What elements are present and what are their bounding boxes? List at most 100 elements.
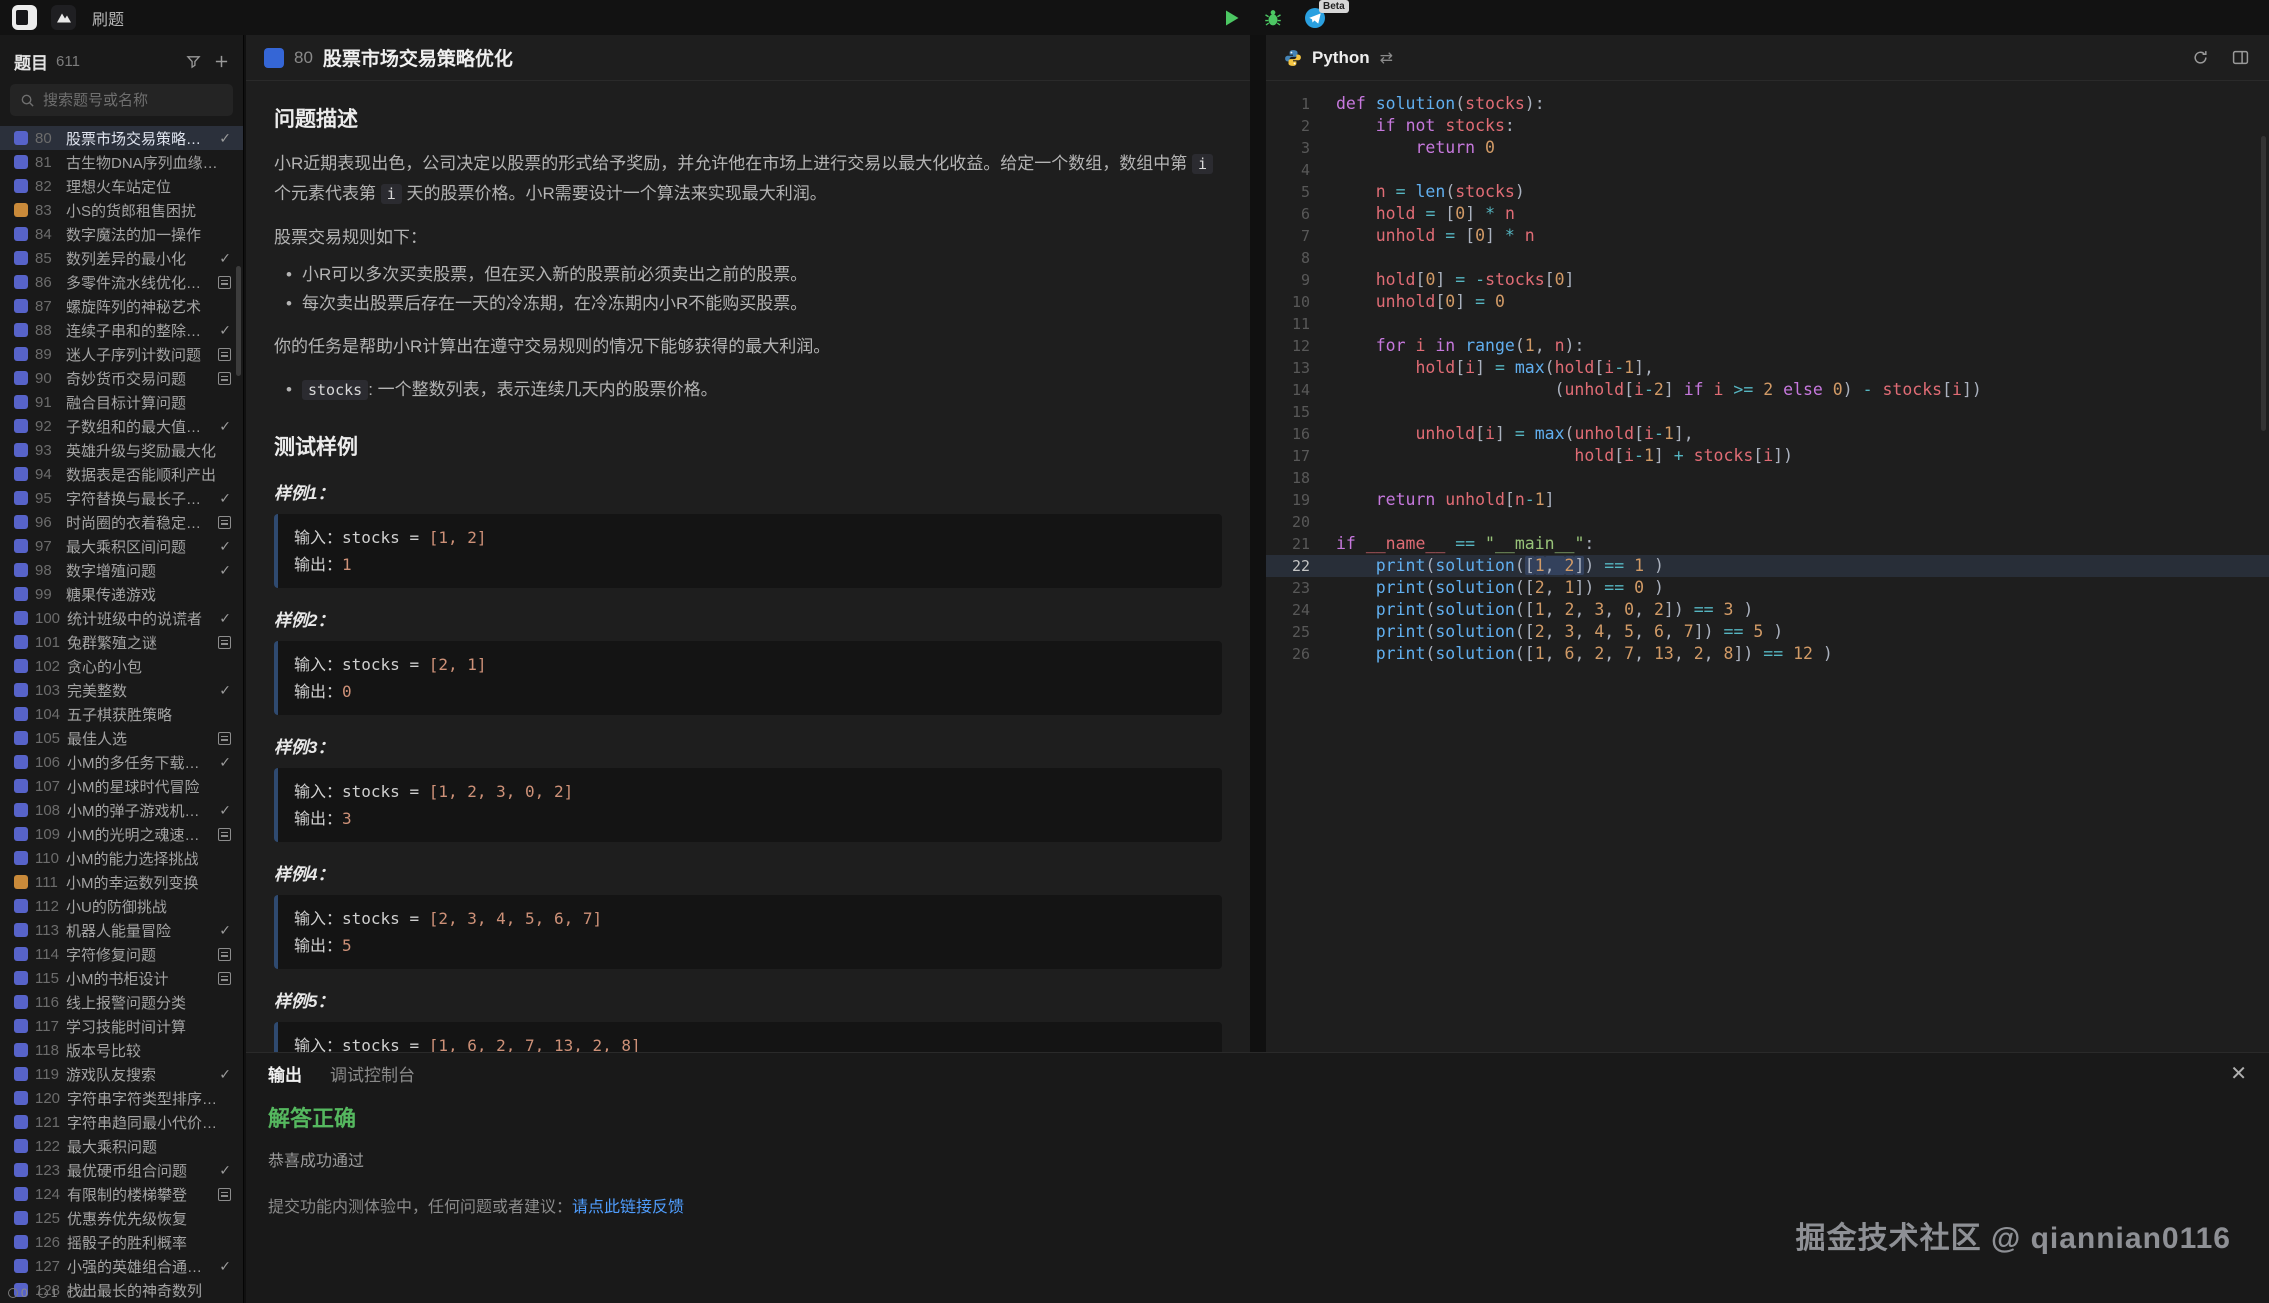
search-box[interactable] (10, 84, 233, 116)
list-item[interactable]: 119游戏队友搜索✓ (0, 1062, 243, 1086)
problem-item-number: 87 (35, 298, 59, 315)
layout-split-button[interactable] (2229, 47, 2251, 69)
list-item[interactable]: 81古生物DNA序列血缘分析 (0, 150, 243, 174)
list-item[interactable]: 115小M的书柜设计 (0, 966, 243, 990)
list-item[interactable]: 104五子棋获胜策略 (0, 702, 243, 726)
list-item[interactable]: 123最优硬币组合问题✓ (0, 1158, 243, 1182)
list-item[interactable]: 105最佳人选 (0, 726, 243, 750)
editor-scrollbar[interactable] (2261, 136, 2266, 431)
sidebar-scrollbar[interactable] (236, 266, 241, 376)
run-button[interactable] (1218, 5, 1244, 31)
code-line[interactable]: 1def solution(stocks): (1266, 93, 2269, 115)
code-line[interactable]: 5 n = len(stocks) (1266, 181, 2269, 203)
list-item[interactable]: 114字符修复问题 (0, 942, 243, 966)
list-item[interactable]: 108小M的弹子游戏机挑战✓ (0, 798, 243, 822)
list-item[interactable]: 89迷人子序列计数问题 (0, 342, 243, 366)
code-line[interactable]: 12 for i in range(1, n): (1266, 335, 2269, 357)
list-item[interactable]: 110小M的能力选择挑战 (0, 846, 243, 870)
code-line[interactable]: 14 (unhold[i-2] if i >= 2 else 0) - stoc… (1266, 379, 2269, 401)
list-item[interactable]: 116线上报警问题分类 (0, 990, 243, 1014)
list-item[interactable]: 111小M的幸运数列变换 (0, 870, 243, 894)
feedback-link[interactable]: 请点此链接反馈 (572, 1199, 684, 1216)
code-line[interactable]: 3 return 0 (1266, 137, 2269, 159)
list-item[interactable]: 121字符串趋同最小代价问题 (0, 1110, 243, 1134)
close-panel-button[interactable]: ✕ (2230, 1061, 2247, 1086)
list-item[interactable]: 102贪心的小包 (0, 654, 243, 678)
list-item[interactable]: 125优惠券优先级恢复 (0, 1206, 243, 1230)
list-item[interactable]: 98数字增殖问题✓ (0, 558, 243, 582)
filter-button[interactable] (183, 52, 203, 72)
code-line[interactable]: 16 unhold[i] = max(unhold[i-1], (1266, 423, 2269, 445)
list-item[interactable]: 95字符替换与最长子串问题✓ (0, 486, 243, 510)
list-item[interactable]: 112小U的防御挑战 (0, 894, 243, 918)
problem-item-number: 119 (35, 1066, 59, 1083)
code-line[interactable]: 9 hold[0] = -stocks[0] (1266, 269, 2269, 291)
code-line[interactable]: 6 hold = [0] * n (1266, 203, 2269, 225)
list-item[interactable]: 126摇骰子的胜利概率 (0, 1230, 243, 1254)
list-item[interactable]: 109小M的光明之魂速通挑战 (0, 822, 243, 846)
list-item[interactable]: 127小强的英雄组合通关策略✓ (0, 1254, 243, 1278)
telegram-share-button[interactable]: Beta (1302, 5, 1328, 31)
list-item[interactable]: 106小M的多任务下载器挑战✓ (0, 750, 243, 774)
list-item[interactable]: 87螺旋阵列的神秘艺术 (0, 294, 243, 318)
code-line[interactable]: 26 print(solution([1, 6, 2, 7, 13, 2, 8]… (1266, 643, 2269, 665)
list-item[interactable]: 84数字魔法的加一操作 (0, 222, 243, 246)
code-line[interactable]: 24 print(solution([1, 2, 3, 0, 2]) == 3 … (1266, 599, 2269, 621)
code-line[interactable]: 15 (1266, 401, 2269, 423)
code-line[interactable]: 19 return unhold[n-1] (1266, 489, 2269, 511)
list-item[interactable]: 83小S的货郎租售困扰 (0, 198, 243, 222)
app-logo-icon[interactable] (12, 5, 37, 30)
mountain-logo-icon[interactable] (51, 5, 76, 30)
code-line[interactable]: 21if __name__ == "__main__": (1266, 533, 2269, 555)
list-item[interactable]: 88连续子串和的整除问题✓ (0, 318, 243, 342)
code-line[interactable]: 22 print(solution([1, 2]) == 1 ) (1266, 555, 2269, 577)
list-item[interactable]: 86多零件流水线优化问题 (0, 270, 243, 294)
code-line[interactable]: 17 hold[i-1] + stocks[i]) (1266, 445, 2269, 467)
list-item[interactable]: 80股票市场交易策略优化✓ (0, 126, 243, 150)
list-item[interactable]: 91融合目标计算问题 (0, 390, 243, 414)
list-item[interactable]: 120字符串字符类型排序问题 (0, 1086, 243, 1110)
code-line[interactable]: 4 (1266, 159, 2269, 181)
tab-output[interactable]: 输出 (268, 1061, 302, 1086)
add-problem-button[interactable] (211, 52, 231, 72)
code-line[interactable]: 20 (1266, 511, 2269, 533)
list-item[interactable]: 122最大乘积问题 (0, 1134, 243, 1158)
code-line[interactable]: 11 (1266, 313, 2269, 335)
reset-code-button[interactable] (2189, 47, 2211, 69)
code-line[interactable]: 7 unhold = [0] * n (1266, 225, 2269, 247)
list-item[interactable]: 100统计班级中的说谎者✓ (0, 606, 243, 630)
list-item[interactable]: 82理想火车站定位 (0, 174, 243, 198)
list-item[interactable]: 107小M的星球时代冒险 (0, 774, 243, 798)
list-item[interactable]: 101兔群繁殖之谜 (0, 630, 243, 654)
code-line[interactable]: 18 (1266, 467, 2269, 489)
list-item[interactable]: 93英雄升级与奖励最大化 (0, 438, 243, 462)
difficulty-tag-icon (14, 731, 28, 745)
code-line[interactable]: 2 if not stocks: (1266, 115, 2269, 137)
list-item[interactable]: 94数据表是否能顺利产出 (0, 462, 243, 486)
list-item[interactable]: 85数列差异的最小化✓ (0, 246, 243, 270)
list-item[interactable]: 99糖果传递游戏 (0, 582, 243, 606)
code-editor[interactable]: 1def solution(stocks):2 if not stocks:3 … (1266, 81, 2269, 1052)
code-line[interactable]: 8 (1266, 247, 2269, 269)
code-line[interactable]: 10 unhold[0] = 0 (1266, 291, 2269, 313)
difficulty-tag-icon (14, 923, 28, 937)
line-number: 3 (1266, 137, 1310, 159)
code-line[interactable]: 23 print(solution([2, 1]) == 0 ) (1266, 577, 2269, 599)
list-item[interactable]: 118版本号比较 (0, 1038, 243, 1062)
language-swap-icon[interactable]: ⇄ (1380, 48, 1393, 68)
list-item[interactable]: 97最大乘积区间问题✓ (0, 534, 243, 558)
search-input[interactable] (43, 92, 213, 109)
list-item[interactable]: 103完美整数✓ (0, 678, 243, 702)
code-line[interactable]: 25 print(solution([2, 3, 4, 5, 6, 7]) ==… (1266, 621, 2269, 643)
list-item[interactable]: 113机器人能量冒险✓ (0, 918, 243, 942)
debug-bug-button[interactable] (1260, 5, 1286, 31)
list-item[interactable]: 92子数组和的最大值问题✓ (0, 414, 243, 438)
language-label: Python (1312, 48, 1370, 68)
list-item[interactable]: 117学习技能时间计算 (0, 1014, 243, 1038)
list-item[interactable]: 96时尚圈的衣着稳定性问题 (0, 510, 243, 534)
tab-debug-console[interactable]: 调试控制台 (330, 1061, 415, 1086)
sample-label: 样例5： (274, 987, 1222, 1012)
list-item[interactable]: 90奇妙货币交易问题 (0, 366, 243, 390)
list-item[interactable]: 124有限制的楼梯攀登 (0, 1182, 243, 1206)
code-line[interactable]: 13 hold[i] = max(hold[i-1], (1266, 357, 2269, 379)
